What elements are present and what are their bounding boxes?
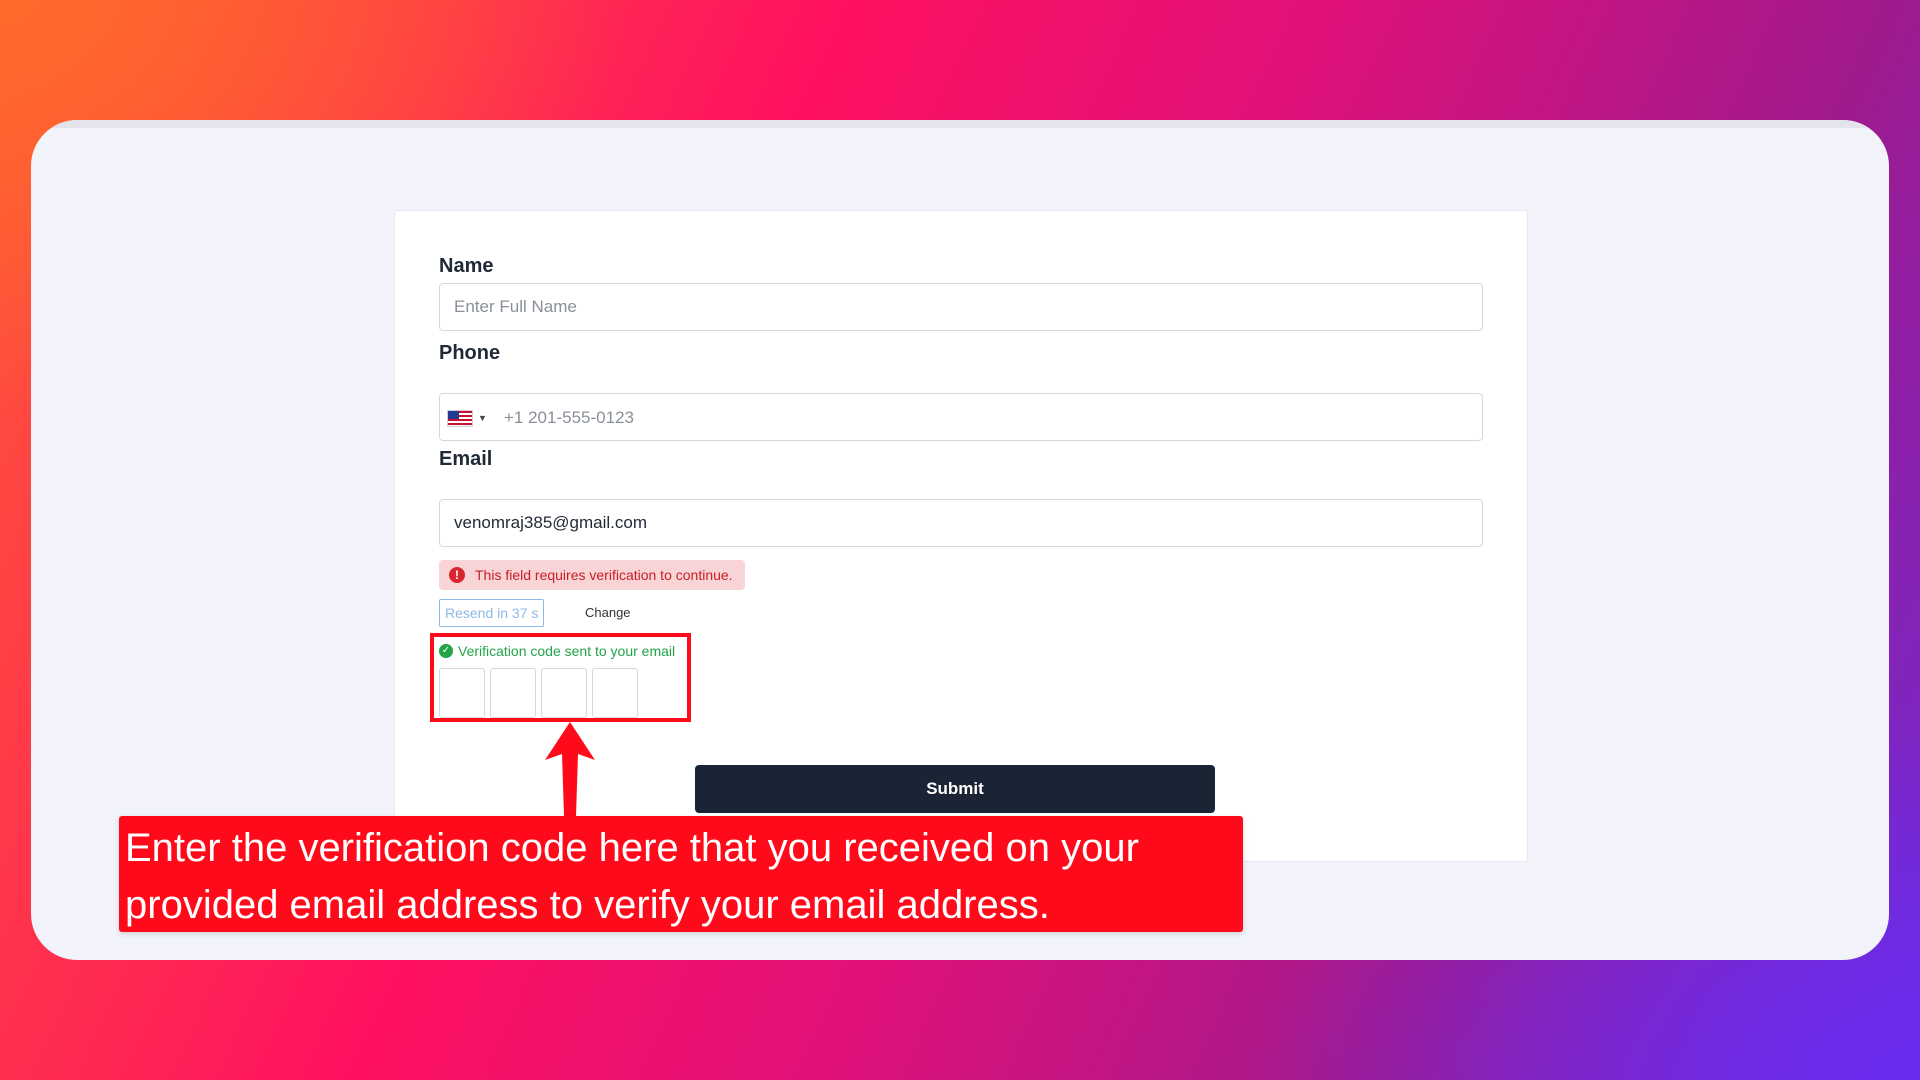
email-input[interactable] (439, 499, 1483, 547)
verification-highlight-box (430, 633, 691, 722)
change-email-link[interactable]: Change (585, 605, 631, 620)
error-icon: ! (449, 567, 465, 583)
name-input[interactable] (439, 283, 1483, 331)
us-flag-icon (448, 410, 472, 426)
resend-code-button[interactable]: Resend in 37 s (439, 599, 545, 627)
phone-label: Phone (439, 342, 501, 364)
email-error-message: ! This field requires verification to co… (439, 560, 745, 590)
chevron-down-icon: ▼ (478, 413, 487, 423)
email-label: Email (439, 448, 493, 470)
window-topbar (31, 120, 1889, 128)
name-label: Name (439, 255, 494, 277)
error-text: This field requires verification to cont… (475, 567, 733, 583)
annotation-arrow-icon (545, 722, 595, 816)
country-code-select[interactable]: ▼ (448, 408, 487, 428)
phone-input[interactable] (502, 394, 1466, 442)
annotation-callout: Enter the verification code here that yo… (119, 816, 1243, 932)
phone-field: ▼ (439, 393, 1483, 442)
submit-button[interactable]: Submit (695, 765, 1215, 813)
